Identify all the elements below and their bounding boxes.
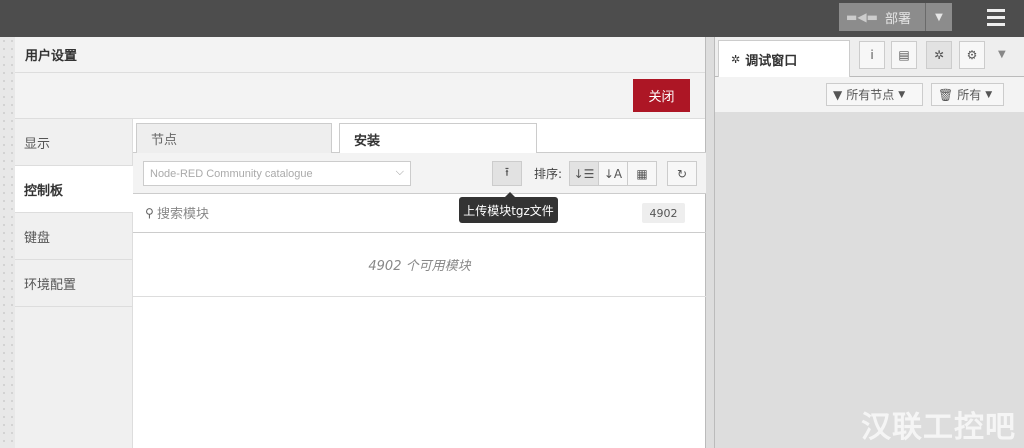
upload-tooltip: 上传模块tgz文件: [459, 192, 558, 223]
clear-all-label: 所有: [957, 88, 982, 102]
palette-content: 节点 安装 Node-RED Community catalogue ⌵ ⭱ 排…: [133, 119, 706, 448]
side-tab-palette[interactable]: 控制板: [15, 166, 133, 213]
debug-tab-button[interactable]: ✲: [926, 41, 952, 69]
filter-nodes-button[interactable]: ▼ 所有节点 ▼: [826, 83, 923, 106]
info-icon: i: [870, 48, 874, 62]
chevron-down-icon: ▼: [898, 89, 906, 100]
search-input[interactable]: 搜索模块: [157, 203, 209, 222]
install-toolbar: Node-RED Community catalogue ⌵ ⭱ 排序: ↓☰ …: [133, 153, 706, 194]
menu-icon-bar: [987, 15, 1005, 19]
tab-debug-label: 调试窗口: [745, 53, 798, 69]
deploy-button[interactable]: ▬◀▬ 部署 ▼: [839, 3, 952, 31]
tab-nodes[interactable]: 节点: [136, 123, 332, 153]
debug-filter-bar: ▼ 所有节点 ▼ 🗑 所有 ▼: [715, 77, 1024, 113]
info-tab-button[interactable]: i: [859, 41, 885, 69]
workspace-canvas[interactable]: [0, 37, 15, 448]
chevron-down-icon[interactable]: ▼: [998, 49, 1006, 60]
search-icon: ⚲: [145, 206, 154, 220]
trash-icon: 🗑: [938, 87, 954, 102]
menu-icon-bar: [987, 22, 1005, 26]
refresh-icon: ↻: [676, 166, 688, 181]
dialog-title: 用户设置: [15, 37, 705, 73]
palette-tabs: 节点 安装: [133, 119, 706, 154]
clear-all-button[interactable]: 🗑 所有 ▼: [931, 83, 1004, 106]
sort-alpha-icon: ↓☰: [573, 166, 595, 181]
help-tab-button[interactable]: ▤: [891, 41, 917, 69]
book-icon: ▤: [898, 48, 910, 62]
calendar-icon: ▦: [636, 166, 648, 181]
top-bar: ▬◀▬ 部署 ▼: [0, 0, 1024, 37]
sort-label: 排序:: [534, 167, 563, 181]
side-tab-view[interactable]: 显示: [15, 119, 132, 166]
filter-icon: ▼: [833, 87, 843, 102]
sort-alpha-button[interactable]: ↓☰: [569, 161, 599, 186]
watermark-logo: 汉联工控吧: [861, 410, 1016, 445]
side-tab-keyboard[interactable]: 键盘: [15, 213, 132, 260]
config-tab-button[interactable]: ⚙: [959, 41, 985, 69]
search-row: ⚲ 搜索模块 4902: [133, 194, 706, 233]
module-count-badge: 4902: [642, 203, 685, 223]
bug-icon: ✲: [933, 48, 945, 62]
user-settings-dialog: 用户设置 关闭 显示 控制板 键盘 环境配置 节点 安装 Node-RED Co…: [15, 37, 706, 448]
gear-icon: ⚙: [966, 48, 978, 62]
tab-debug[interactable]: ✲ 调试窗口: [718, 40, 850, 77]
tab-install[interactable]: 安装: [339, 123, 537, 154]
catalog-select[interactable]: Node-RED Community catalogue ⌵: [143, 161, 411, 186]
upload-icon: ⭱: [504, 165, 510, 179]
filter-nodes-label: 所有节点: [846, 88, 895, 102]
dialog-actions: 关闭: [15, 73, 705, 119]
debug-messages-area: [715, 113, 1024, 448]
bug-icon: ✲: [731, 52, 741, 66]
upload-button[interactable]: ⭱: [492, 161, 522, 186]
deploy-label: 部署: [885, 11, 912, 27]
sort-date-icon: ↓A: [603, 166, 623, 181]
menu-icon-bar: [987, 8, 1005, 12]
catalog-select-value: Node-RED Community catalogue: [150, 167, 313, 180]
side-tab-environment[interactable]: 环境配置: [15, 260, 132, 307]
sort-date-button[interactable]: ↓A: [598, 161, 628, 186]
sidebar: ✲ 调试窗口 i ▤ ✲ ⚙ ▼ ▼ 所有节点 ▼ 🗑 所有 ▼: [714, 37, 1024, 448]
chevron-down-icon: ⌵: [395, 166, 404, 178]
deploy-icon: ▬◀▬: [846, 10, 878, 24]
deploy-menu-caret[interactable]: ▼: [925, 3, 952, 31]
main-menu-button[interactable]: [976, 3, 1016, 31]
chevron-down-icon: ▼: [985, 89, 993, 100]
settings-side-tabs: 显示 控制板 键盘 环境配置: [15, 119, 133, 448]
result-summary: 4902 个可用模块: [133, 233, 706, 297]
sidebar-tabs: ✲ 调试窗口 i ▤ ✲ ⚙ ▼: [715, 37, 1024, 77]
close-button[interactable]: 关闭: [633, 79, 690, 112]
refresh-button[interactable]: ↻: [667, 161, 697, 186]
sort-calendar-button[interactable]: ▦: [627, 161, 657, 186]
